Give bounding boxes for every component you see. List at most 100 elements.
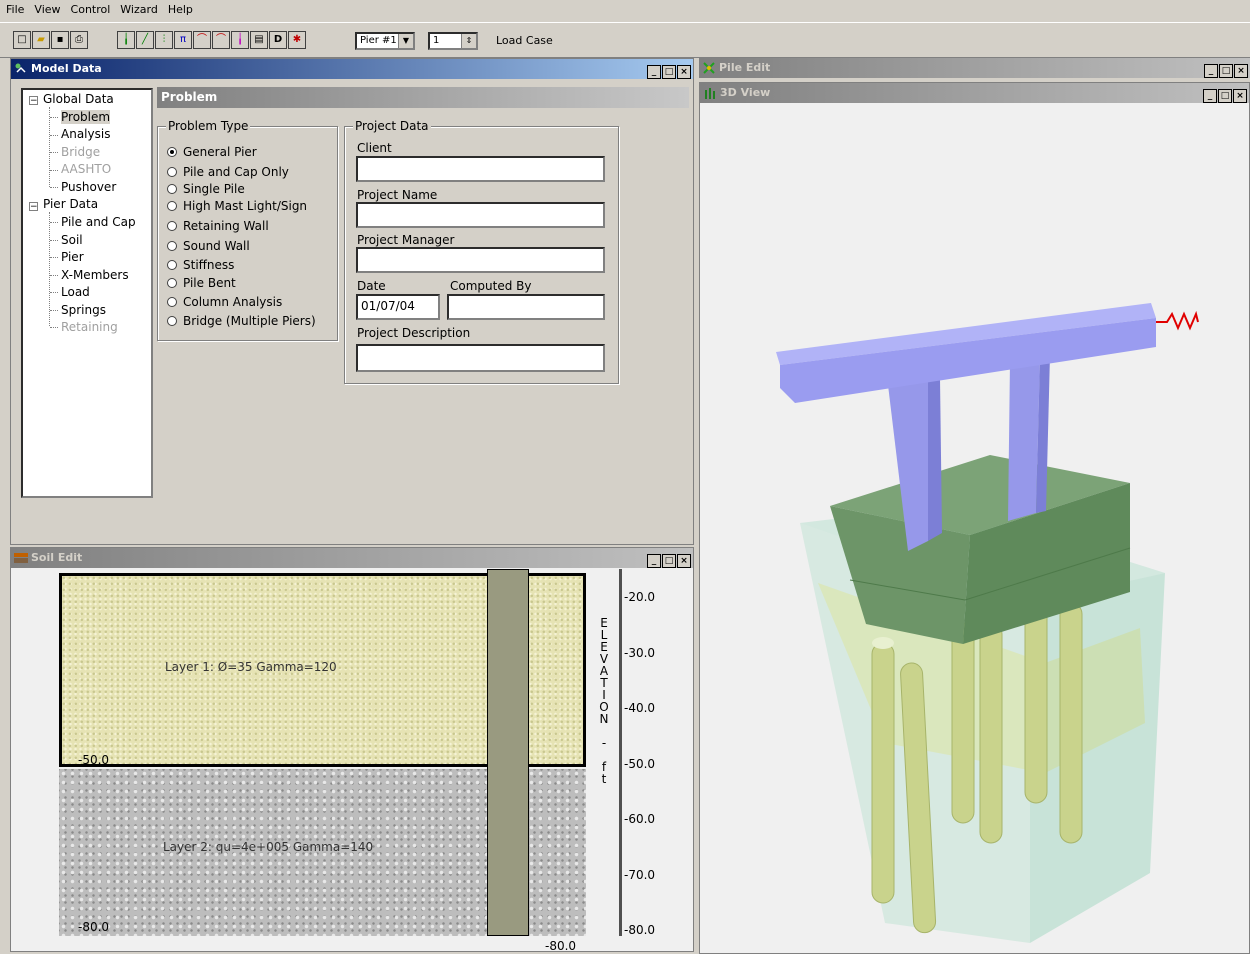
tree-item-retaining: Retaining (61, 320, 118, 334)
save-icon[interactable]: ▪ (51, 31, 69, 49)
radio-label: Bridge (Multiple Piers) (183, 314, 316, 328)
project-description-label: Project Description (357, 326, 471, 340)
close-icon[interactable]: × (677, 65, 691, 79)
tree-item-load[interactable]: Load (61, 285, 90, 299)
close-icon[interactable]: × (677, 554, 691, 568)
minimize-icon[interactable]: _ (1204, 64, 1218, 78)
project-description-field[interactable] (356, 344, 605, 372)
radio-high-mast[interactable]: High Mast Light/Sign (167, 199, 307, 213)
radio-label: Retaining Wall (183, 219, 269, 233)
model-tree[interactable]: − Global Data Problem Analysis Bridge AA… (21, 88, 153, 498)
load-case-stepper[interactable]: 1 ⇕ (428, 32, 478, 50)
tree-item-springs[interactable]: Springs (61, 303, 106, 317)
soil-icon[interactable]: ⫶ (155, 31, 173, 49)
menu-wizard[interactable]: Wizard (114, 0, 162, 16)
collapse-pier-icon[interactable]: − (29, 202, 38, 212)
radio-pile-bent[interactable]: Pile Bent (167, 276, 236, 290)
menu-help[interactable]: Help (162, 0, 197, 16)
3d-model-canvas[interactable] (700, 103, 1249, 953)
tree-item-bridge: Bridge (61, 145, 101, 159)
tree-item-aashto: AASHTO (61, 162, 112, 176)
results-icon[interactable]: ╽ (231, 31, 249, 49)
tree-item-pier[interactable]: Pier (61, 250, 84, 264)
elevation-axis (619, 569, 622, 936)
tree-pier-data[interactable]: Pier Data (43, 197, 98, 211)
client-field[interactable] (356, 156, 605, 182)
tick-label: -30.0 (624, 646, 656, 660)
window-controls: _ □ × (646, 550, 691, 568)
layer-2-label: Layer 2: qu=4e+005 Gamma=140 (163, 840, 374, 854)
soil-icon (14, 553, 28, 563)
radio-general-pier[interactable]: General Pier (167, 145, 257, 159)
model-data-title: Model Data (31, 62, 102, 75)
menu-control[interactable]: Control (65, 0, 115, 16)
tree-item-pile-and-cap[interactable]: Pile and Cap (61, 215, 136, 229)
tree-item-x-members[interactable]: X-Members (61, 268, 129, 282)
maximize-icon[interactable]: □ (1218, 89, 1232, 103)
spin-arrows-icon[interactable]: ⇕ (461, 34, 476, 48)
model-data-titlebar[interactable]: Model Data _ □ × (11, 59, 693, 79)
radio-pile-and-cap-only[interactable]: Pile and Cap Only (167, 165, 289, 179)
tick-label: -20.0 (624, 590, 656, 604)
pier-column-right (1008, 357, 1040, 521)
tree-item-pushover[interactable]: Pushover (61, 180, 116, 194)
close-icon[interactable]: × (1234, 64, 1248, 78)
print-icon[interactable]: ⎙ (70, 31, 88, 49)
collapse-global-icon[interactable]: − (29, 96, 38, 106)
radio-stiffness[interactable]: Stiffness (167, 258, 234, 272)
tick-label: -70.0 (624, 868, 656, 882)
radio-label: Sound Wall (183, 239, 250, 253)
pile-shaft[interactable] (487, 569, 529, 936)
project-manager-field[interactable] (356, 247, 605, 273)
load-case-label: Load Case (496, 34, 553, 47)
pile-edit-title: Pile Edit (719, 61, 771, 74)
run-icon[interactable]: ✱ (288, 31, 306, 49)
soil-edit-titlebar[interactable]: Soil Edit _ □ × (11, 548, 693, 568)
maximize-icon[interactable]: □ (662, 65, 676, 79)
minimize-icon[interactable]: _ (647, 65, 661, 79)
pile-edit-titlebar[interactable]: Pile Edit _ □ × (699, 58, 1250, 78)
chevron-down-icon[interactable]: ▼ (398, 34, 413, 48)
3d-view-icon (705, 88, 715, 99)
pier-select[interactable]: Pier #1 ▼ (355, 32, 415, 50)
open-folder-icon[interactable]: ▰ (32, 31, 50, 49)
model-icon (15, 63, 26, 73)
window-controls: _ □ × (646, 61, 691, 79)
radio-icon (167, 260, 177, 270)
report-icon[interactable]: ▤ (250, 31, 268, 49)
computed-by-field[interactable] (447, 294, 605, 320)
new-file-icon[interactable]: □ (13, 31, 31, 49)
radio-icon (167, 316, 177, 326)
radio-label: Pile and Cap Only (183, 165, 289, 179)
menu-file[interactable]: File (0, 0, 28, 16)
radio-retaining-wall[interactable]: Retaining Wall (167, 219, 269, 233)
date-field[interactable]: 01/07/04 (356, 294, 440, 320)
maximize-icon[interactable]: □ (662, 554, 676, 568)
pile-cap-icon[interactable]: ╽ (117, 31, 135, 49)
tree-item-analysis[interactable]: Analysis (61, 127, 110, 141)
project-data-label: Project Data (353, 119, 431, 133)
pier-icon[interactable]: ╱ (136, 31, 154, 49)
project-name-field[interactable] (356, 202, 605, 228)
x-member-icon[interactable]: π (174, 31, 192, 49)
date-label: Date (357, 279, 386, 293)
3d-view-titlebar[interactable]: 3D View _ □ × (700, 83, 1249, 103)
menu-view[interactable]: View (28, 0, 64, 16)
soil-edit-title: Soil Edit (31, 551, 83, 564)
close-icon[interactable]: × (1233, 89, 1247, 103)
design-icon[interactable]: D (269, 31, 287, 49)
radio-label: Column Analysis (183, 295, 283, 309)
minimize-icon[interactable]: _ (647, 554, 661, 568)
radio-column-analysis[interactable]: Column Analysis (167, 295, 282, 309)
spring-icon[interactable]: ⌒ (193, 31, 211, 49)
tree-global-data[interactable]: Global Data (43, 92, 114, 106)
radio-single-pile[interactable]: Single Pile (167, 182, 245, 196)
maximize-icon[interactable]: □ (1219, 64, 1233, 78)
radio-sound-wall[interactable]: Sound Wall (167, 239, 250, 253)
tree-item-problem[interactable]: Problem (61, 110, 111, 124)
tree-item-soil[interactable]: Soil (61, 233, 83, 247)
project-manager-label: Project Manager (357, 233, 455, 247)
minimize-icon[interactable]: _ (1203, 89, 1217, 103)
load-icon[interactable]: ⌒ (212, 31, 230, 49)
radio-bridge[interactable]: Bridge (Multiple Piers) (167, 314, 316, 328)
